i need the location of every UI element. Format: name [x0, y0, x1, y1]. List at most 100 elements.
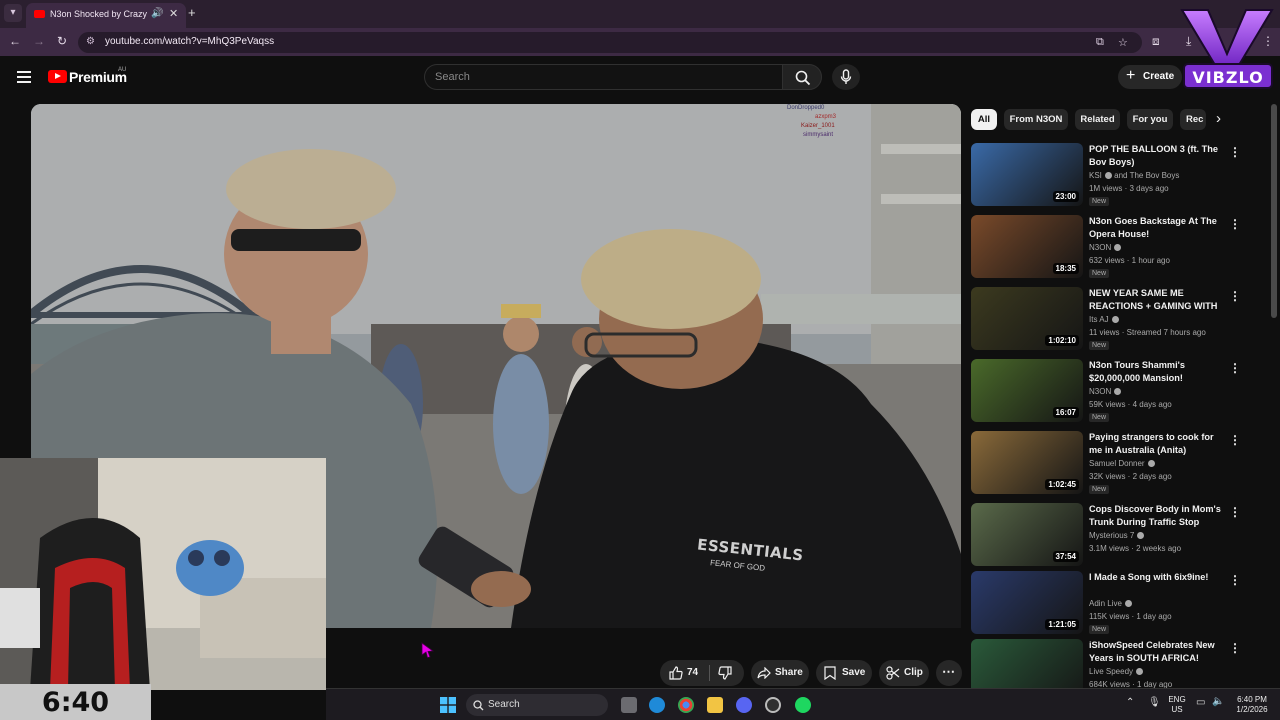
video-title[interactable]: POP THE BALLOON 3 (ft. The Bov Boys) — [1089, 143, 1227, 169]
dislike-button[interactable] — [710, 660, 744, 686]
video-metadata: 32K views · 2 days ago — [1089, 472, 1172, 481]
browser-tab-active[interactable]: N3on Shocked by Crazy Mo 🔊 ✕ — [26, 3, 186, 28]
channel-name[interactable]: Samuel Donner — [1089, 459, 1155, 468]
taskbar-search-box[interactable]: Search — [466, 694, 608, 716]
chip-recent[interactable]: Rec — [1180, 109, 1206, 130]
video-metadata: 1M views · 3 days ago — [1089, 184, 1169, 193]
tab-search-button[interactable]: ▾ — [4, 4, 22, 22]
video-title[interactable]: N3on Goes Backstage At The Opera House! — [1089, 215, 1227, 241]
more-vertical-icon[interactable]: ⋮ — [1229, 361, 1241, 375]
task-view-icon[interactable] — [621, 697, 637, 713]
chevron-right-icon[interactable]: › — [1216, 110, 1221, 127]
search-button[interactable] — [782, 64, 822, 90]
speaker-icon[interactable]: 🔊 — [151, 8, 163, 19]
voice-search-button[interactable] — [832, 64, 860, 90]
input-language[interactable]: ENG US — [1166, 695, 1188, 715]
chip-related[interactable]: Related — [1075, 109, 1120, 130]
reload-icon[interactable]: ↻ — [57, 34, 67, 48]
more-vertical-icon[interactable]: ⋮ — [1229, 573, 1241, 587]
clock-date: 1/2/2026 — [1236, 705, 1268, 714]
windows-start-icon[interactable] — [440, 697, 456, 713]
video-title[interactable]: N3on Tours Shammi's $20,000,000 Mansion! — [1089, 359, 1227, 385]
channel-name[interactable]: Its AJ — [1089, 315, 1119, 324]
spotify-icon[interactable] — [795, 697, 811, 713]
volume-icon[interactable]: 🔈 — [1212, 696, 1224, 707]
clip-button[interactable]: Clip — [879, 660, 929, 686]
microphone-icon[interactable]: 🎙 — [1148, 697, 1161, 708]
close-icon[interactable]: ✕ — [169, 7, 178, 20]
recommendation-item[interactable]: 1:02:45 Paying strangers to cook for me i… — [971, 431, 1251, 497]
search-input[interactable]: Search — [424, 64, 782, 90]
video-thumbnail[interactable]: 37:54 — [971, 503, 1083, 566]
file-explorer-icon[interactable] — [707, 697, 723, 713]
site-info-icon[interactable]: ⚙ — [86, 36, 95, 47]
more-vertical-icon[interactable]: ⋮ — [1229, 289, 1241, 303]
channel-name[interactable]: N3ON — [1089, 243, 1122, 252]
share-button[interactable]: Share — [751, 660, 809, 686]
install-app-icon[interactable]: ⧉ — [1096, 36, 1104, 49]
recommendation-item[interactable]: 37:54 Cops Discover Body in Mom's Trunk D… — [971, 503, 1251, 569]
create-button[interactable]: + Create — [1118, 65, 1182, 89]
forward-arrow-icon[interactable]: → — [33, 34, 45, 48]
like-button[interactable]: 74 — [660, 660, 708, 686]
channel-name[interactable]: KSI and The Bov Boys — [1089, 171, 1179, 180]
recommendation-item[interactable]: 16:07 N3on Tours Shammi's $20,000,000 Man… — [971, 359, 1251, 425]
share-label: Share — [775, 667, 803, 678]
video-title[interactable]: Cops Discover Body in Mom's Trunk During… — [1089, 503, 1227, 529]
stream-timer: 6:40 — [0, 684, 151, 720]
channel-name[interactable]: Mysterious 7 — [1089, 531, 1145, 540]
video-thumbnail[interactable]: 18:35 — [971, 215, 1083, 278]
video-thumbnail[interactable]: 1:02:10 — [971, 287, 1083, 350]
video-thumbnail[interactable]: 1:02:45 — [971, 431, 1083, 494]
video-thumbnail[interactable]: 23:00 — [971, 143, 1083, 206]
chevron-up-icon[interactable]: ⌃ — [1126, 697, 1134, 708]
system-clock[interactable]: 6:40 PM 1/2/2026 — [1224, 695, 1280, 715]
more-vertical-icon[interactable]: ⋮ — [1229, 641, 1241, 655]
new-tab-plus-icon[interactable]: + — [188, 5, 196, 20]
search-icon — [795, 70, 811, 86]
chip-from-channel[interactable]: From N3ON — [1004, 109, 1068, 130]
save-button[interactable]: Save — [816, 660, 872, 686]
video-title[interactable]: I Made a Song with 6ix9ine! — [1089, 571, 1227, 584]
discord-icon[interactable] — [736, 697, 752, 713]
sidebar-scrollbar[interactable] — [1271, 104, 1277, 318]
video-metadata: 115K views · 1 day ago — [1089, 612, 1172, 621]
more-vertical-icon[interactable]: ⋮ — [1229, 505, 1241, 519]
clock-time: 6:40 PM — [1237, 695, 1267, 704]
chip-all[interactable]: All — [971, 109, 997, 130]
chip-for-you[interactable]: For you — [1127, 109, 1173, 130]
chat-name: simmysaint — [803, 132, 834, 138]
extensions-icon[interactable]: ⧈ — [1152, 34, 1160, 49]
bookmark-star-icon[interactable]: ☆ — [1118, 36, 1128, 49]
channel-name[interactable]: N3ON — [1089, 387, 1122, 396]
video-title[interactable]: NEW YEAR SAME ME REACTIONS + GAMING WITH… — [1089, 287, 1227, 313]
obs-icon[interactable] — [765, 697, 781, 713]
back-arrow-icon[interactable]: ← — [9, 34, 21, 48]
edge-browser-icon[interactable] — [649, 697, 665, 713]
verified-check-icon — [1114, 388, 1122, 395]
more-actions-button[interactable]: ⋯ — [936, 660, 962, 686]
more-vertical-icon[interactable]: ⋮ — [1229, 217, 1241, 231]
browser-toolbar: ← → ↻ ⚙ youtube.com/watch?v=MhQ3PeVaqss … — [0, 28, 1280, 56]
chrome-icon[interactable] — [678, 697, 694, 713]
address-bar[interactable]: ⚙ youtube.com/watch?v=MhQ3PeVaqss ⧉ ☆ — [78, 32, 1142, 53]
screen: ▾ N3on Shocked by Crazy Mo 🔊 ✕ + ← → ↻ ⚙… — [0, 0, 1280, 720]
monitor-icon[interactable]: ▭ — [1196, 697, 1205, 708]
video-duration: 23:00 — [1052, 191, 1079, 202]
channel-name[interactable]: Adin Live — [1089, 599, 1132, 608]
video-thumbnail[interactable]: 16:07 — [971, 359, 1083, 422]
more-vertical-icon[interactable]: ⋮ — [1229, 433, 1241, 447]
region-code: AU — [118, 67, 127, 73]
recommendation-item[interactable]: 1:02:10 NEW YEAR SAME ME REACTIONS + GAMI… — [971, 287, 1251, 353]
recommendation-item[interactable]: 1:21:05 I Made a Song with 6ix9ine! Adin L… — [971, 571, 1251, 637]
menu-hamburger-icon[interactable] — [17, 71, 31, 83]
recommendation-item[interactable]: 23:00 POP THE BALLOON 3 (ft. The Bov Boys… — [971, 143, 1251, 209]
channel-name[interactable]: Live Speedy — [1089, 667, 1144, 676]
video-title[interactable]: Paying strangers to cook for me in Austr… — [1089, 431, 1227, 457]
video-thumbnail[interactable]: 1:21:05 — [971, 571, 1083, 634]
recommendation-item[interactable]: 18:35 N3on Goes Backstage At The Opera Ho… — [971, 215, 1251, 281]
video-title[interactable]: iShowSpeed Celebrates New Years in SOUTH… — [1089, 639, 1227, 665]
youtube-logo-icon[interactable] — [48, 70, 67, 83]
channel-name-text: N3ON — [1089, 387, 1112, 396]
more-vertical-icon[interactable]: ⋮ — [1229, 145, 1241, 159]
